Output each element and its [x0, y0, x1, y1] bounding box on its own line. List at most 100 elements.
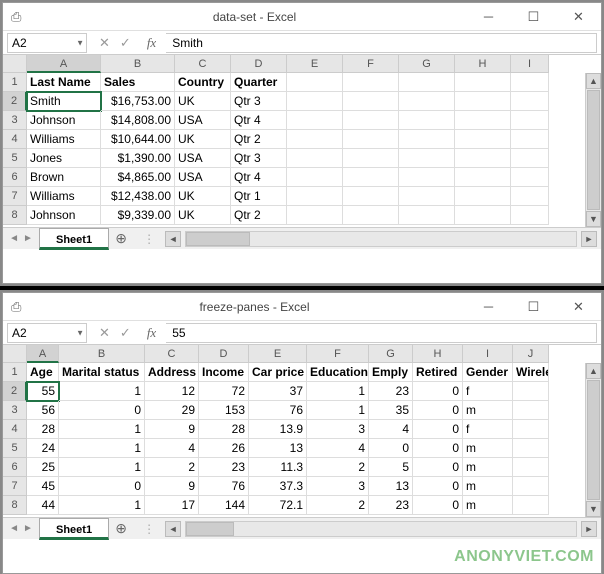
cell[interactable]: 9	[145, 420, 199, 439]
chevron-left-icon[interactable]: ◄	[9, 233, 19, 244]
cell[interactable]	[287, 92, 343, 111]
cell[interactable]: m	[463, 401, 513, 420]
column-header[interactable]: I	[511, 55, 549, 73]
cell[interactable]: 0	[59, 477, 145, 496]
cell[interactable]: UK	[175, 187, 231, 206]
cell[interactable]: 3	[307, 477, 369, 496]
cell[interactable]: $16,753.00	[101, 92, 175, 111]
cell[interactable]: 4	[145, 439, 199, 458]
cell[interactable]: $10,644.00	[101, 130, 175, 149]
select-all-corner[interactable]	[3, 55, 27, 73]
cell[interactable]: 0	[413, 496, 463, 515]
cell[interactable]: 0	[413, 439, 463, 458]
chevron-right-icon[interactable]: ►	[23, 233, 33, 244]
cell[interactable]: 4	[369, 420, 413, 439]
cell[interactable]: 72	[199, 382, 249, 401]
column-header[interactable]: I	[463, 345, 513, 363]
column-header[interactable]: J	[513, 345, 549, 363]
cell[interactable]: Jones	[27, 149, 101, 168]
scroll-track[interactable]	[185, 231, 577, 247]
scroll-right-button[interactable]: ►	[581, 521, 597, 537]
cell[interactable]: 23	[199, 458, 249, 477]
header-cell[interactable]	[287, 73, 343, 92]
column-header[interactable]: F	[307, 345, 369, 363]
fx-label[interactable]: fx	[143, 325, 160, 341]
cell[interactable]	[455, 168, 511, 187]
save-icon[interactable]: ⎙	[11, 299, 21, 315]
row-header[interactable]: 1	[3, 363, 27, 382]
enter-icon[interactable]: ✓	[120, 35, 131, 51]
scroll-right-button[interactable]: ►	[581, 231, 597, 247]
cell[interactable]: Qtr 4	[231, 111, 287, 130]
row-header[interactable]: 1	[3, 73, 27, 92]
tab-nav[interactable]: ◄►	[3, 523, 39, 534]
header-cell[interactable]: Car price	[249, 363, 307, 382]
cell[interactable]: 11.3	[249, 458, 307, 477]
cancel-icon[interactable]: ✕	[99, 35, 110, 51]
cell[interactable]: 1	[59, 496, 145, 515]
header-cell[interactable]	[511, 73, 549, 92]
header-cell[interactable]: Quarter	[231, 73, 287, 92]
column-header[interactable]: D	[199, 345, 249, 363]
cell[interactable]	[513, 401, 549, 420]
cell[interactable]: 13	[369, 477, 413, 496]
cell[interactable]: 28	[27, 420, 59, 439]
cell[interactable]	[511, 111, 549, 130]
cell[interactable]: 0	[413, 382, 463, 401]
cell[interactable]	[399, 111, 455, 130]
chevron-left-icon[interactable]: ◄	[9, 523, 19, 534]
add-sheet-button[interactable]: ⊕	[109, 228, 133, 250]
cell[interactable]: 23	[369, 382, 413, 401]
cell[interactable]: USA	[175, 149, 231, 168]
cell[interactable]: 45	[27, 477, 59, 496]
cell[interactable]: f	[463, 420, 513, 439]
cell[interactable]	[513, 496, 549, 515]
header-cell[interactable]: Wirele	[513, 363, 549, 382]
column-header[interactable]: A	[27, 55, 101, 73]
scroll-down-button[interactable]: ▼	[586, 501, 601, 517]
cancel-icon[interactable]: ✕	[99, 325, 110, 341]
header-cell[interactable]	[399, 73, 455, 92]
vertical-scrollbar[interactable]: ▲ ▼	[585, 363, 601, 517]
cell[interactable]	[287, 168, 343, 187]
chevron-down-icon[interactable]: ▼	[76, 328, 84, 337]
header-cell[interactable]: Education	[307, 363, 369, 382]
cell[interactable]: 1	[307, 401, 369, 420]
cell[interactable]	[513, 382, 549, 401]
scroll-thumb[interactable]	[186, 232, 250, 246]
cell[interactable]: 37	[249, 382, 307, 401]
cell[interactable]: $14,808.00	[101, 111, 175, 130]
cell[interactable]: 1	[59, 420, 145, 439]
cell[interactable]: 0	[413, 420, 463, 439]
cell[interactable]	[287, 130, 343, 149]
cell[interactable]: Qtr 1	[231, 187, 287, 206]
cell[interactable]	[455, 92, 511, 111]
cell[interactable]: 0	[413, 477, 463, 496]
cell[interactable]	[455, 130, 511, 149]
cell[interactable]	[399, 206, 455, 225]
header-cell[interactable]: Emply	[369, 363, 413, 382]
cell[interactable]: m	[463, 439, 513, 458]
cell[interactable]	[455, 111, 511, 130]
cell[interactable]	[343, 92, 399, 111]
cell[interactable]: Williams	[27, 187, 101, 206]
scroll-left-button[interactable]: ◄	[165, 231, 181, 247]
header-cell[interactable]	[343, 73, 399, 92]
cell[interactable]: 0	[59, 401, 145, 420]
cell[interactable]	[511, 149, 549, 168]
cell[interactable]: 9	[145, 477, 199, 496]
column-header[interactable]: G	[399, 55, 455, 73]
cell[interactable]: Johnson	[27, 111, 101, 130]
column-header[interactable]: D	[231, 55, 287, 73]
cell[interactable]	[455, 187, 511, 206]
cell[interactable]: 2	[145, 458, 199, 477]
chevron-down-icon[interactable]: ▼	[76, 38, 84, 47]
maximize-button[interactable]: ☐	[511, 3, 556, 31]
cell[interactable]	[511, 187, 549, 206]
cell[interactable]: 3	[307, 420, 369, 439]
cell[interactable]: 153	[199, 401, 249, 420]
column-header[interactable]: F	[343, 55, 399, 73]
cell[interactable]: 25	[27, 458, 59, 477]
cell[interactable]: 1	[59, 382, 145, 401]
cell[interactable]: 1	[59, 458, 145, 477]
